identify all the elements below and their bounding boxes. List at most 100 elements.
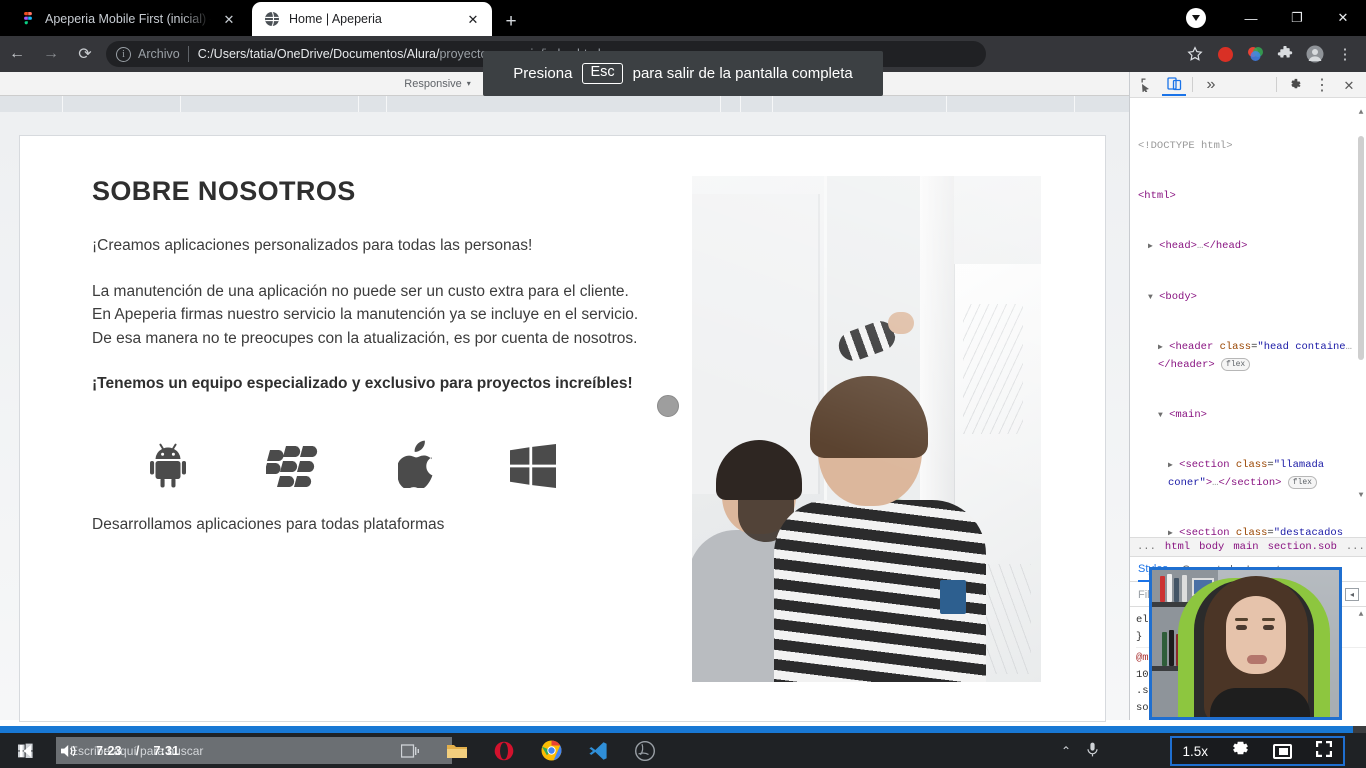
forward-button[interactable]: → [34, 36, 68, 72]
player-right-controls: 1.5x [1170, 736, 1345, 766]
gear-icon[interactable] [1231, 739, 1250, 763]
close-icon[interactable]: ✕ [464, 10, 482, 28]
task-view-icon[interactable] [396, 733, 424, 768]
breadcrumb-item-section[interactable]: section.sob [1268, 541, 1337, 553]
dom-line-main: ▼ <main> [1158, 408, 1207, 421]
toolbar-actions: ⋮ [1180, 36, 1366, 72]
profile-chip-icon[interactable] [1186, 8, 1206, 28]
extension-color-icon[interactable] [1240, 36, 1270, 72]
file-explorer-icon[interactable] [443, 733, 471, 768]
video-progress-fill [0, 726, 1353, 733]
dom-tree-scrollbar[interactable]: ▲ ▼ [1357, 108, 1365, 500]
apple-icon [398, 440, 438, 488]
sobre-nosotros-section: SOBRE NOSOTROS ¡Creamos aplicaciones per… [20, 136, 1105, 682]
close-icon[interactable]: ✕ [220, 10, 238, 28]
settings-gear-icon[interactable] [1283, 74, 1307, 96]
opera-icon[interactable] [490, 733, 518, 768]
breadcrumb-overflow-left[interactable]: ... [1137, 541, 1156, 553]
tab-apeperia-figma[interactable]: Apeperia Mobile First (inicial) – F ✕ [8, 2, 248, 36]
window-close-button[interactable]: ✕ [1320, 0, 1366, 36]
toolbar-divider [1276, 77, 1277, 92]
breadcrumb-item-html[interactable]: html [1165, 541, 1190, 553]
reload-button[interactable]: ⟳ [68, 36, 102, 72]
breadcrumb-item-body[interactable]: body [1199, 541, 1224, 553]
device-select[interactable]: Responsive ▾ [404, 78, 471, 90]
playback-speed-button[interactable]: 1.5x [1182, 744, 1208, 759]
device-ruler [0, 96, 1129, 112]
back-button[interactable]: ← [0, 36, 34, 72]
bookmark-star-icon[interactable] [1180, 36, 1210, 72]
chrome-menu-icon[interactable]: ⋮ [1330, 36, 1360, 72]
toast-text-after: para salir de la pantalla completa [632, 65, 853, 82]
sobre-nosotros-content: SOBRE NOSOTROS ¡Creamos aplicaciones per… [92, 176, 652, 534]
fullscreen-icon[interactable] [1315, 740, 1333, 763]
screen-root: Responsive ▾ 1085 × 570 100% ▾ No thrott… [0, 0, 1366, 768]
breadcrumb[interactable]: ... html body main section.sob ... [1130, 537, 1366, 557]
styles-scrollbar[interactable]: ▲ [1357, 610, 1365, 640]
fullscreen-exit-toast: Presiona Esc para salir de la pantalla c… [483, 51, 883, 96]
device-select-label: Responsive [404, 77, 462, 90]
breadcrumb-overflow-right[interactable]: ... [1346, 541, 1365, 553]
maximize-button[interactable]: ❐ [1274, 0, 1320, 36]
chrome-icon[interactable] [537, 733, 565, 768]
tab-strip: Apeperia Mobile First (inicial) – F ✕ Ho… [0, 0, 1366, 36]
tab-title: Home | Apeperia [289, 12, 382, 26]
picture-in-picture-icon[interactable] [1273, 743, 1292, 759]
toast-text-before: Presiona [513, 65, 573, 82]
windows-taskbar: Escribe aquí para buscar ⌃ [0, 733, 1366, 768]
computed-sidebar-toggle-icon[interactable]: ◂ [1345, 588, 1359, 601]
page-title: SOBRE NOSOTROS [92, 176, 356, 206]
window-controls: — ❐ ✕ [1228, 0, 1366, 36]
dom-line-head: ▶ <head>…</head> [1148, 239, 1248, 252]
toolbar-divider [1192, 77, 1193, 92]
webcam-overlay [1149, 567, 1342, 720]
omnibox-url-main: C:/Users/tatia/OneDrive/Documentos/Alura… [197, 47, 440, 61]
tray-expand-icon[interactable]: ⌃ [1061, 744, 1071, 758]
omnibox-scheme-label: Archivo [138, 47, 180, 61]
tab-title: Apeperia Mobile First (inicial) – F [45, 12, 211, 26]
esc-key-badge: Esc [582, 63, 623, 84]
platform-caption: Desarrollamos aplicaciones para todas pl… [92, 515, 445, 533]
sobre-nosotros-image [692, 176, 1041, 682]
search-input[interactable]: Escribe aquí para buscar [56, 737, 452, 764]
video-progress-bar[interactable] [0, 726, 1366, 733]
paragraph-3: ¡Tenemos un equipo especializado y exclu… [92, 375, 633, 393]
taskbar-icons [396, 733, 659, 768]
dom-tree[interactable]: <!DOCTYPE html> <html> ▶ <head>…</head> … [1130, 99, 1366, 536]
dom-line-header: ▶ <header class="head containe…</header>… [1158, 341, 1352, 371]
dom-line-html: <html> [1138, 189, 1176, 202]
paragraph-2: La manutención de una aplicación no pued… [92, 282, 639, 347]
mic-icon[interactable] [1087, 742, 1098, 760]
extension-red-icon[interactable] [1210, 36, 1240, 72]
edge-dev-icon[interactable] [631, 733, 659, 768]
windows-icon [510, 443, 556, 488]
start-button[interactable] [8, 733, 42, 768]
vscode-icon[interactable] [584, 733, 612, 768]
devtools-kebab-icon[interactable]: ⋮ [1310, 74, 1334, 96]
system-tray: ⌃ [1061, 733, 1098, 768]
omnibox-divider [187, 46, 189, 62]
toggle-device-toolbar-icon[interactable] [1162, 74, 1186, 96]
page-stage: SOBRE NOSOTROS ¡Creamos aplicaciones per… [0, 112, 1129, 721]
inspect-element-icon[interactable] [1135, 74, 1159, 96]
breadcrumb-item-main[interactable]: main [1233, 541, 1258, 553]
blackberry-icon [266, 442, 326, 488]
tab-home-apeperia[interactable]: Home | Apeperia ✕ [252, 2, 492, 36]
paragraph-1: ¡Creamos aplicaciones personalizados par… [92, 237, 533, 254]
android-icon [150, 442, 194, 488]
responsive-viewport[interactable]: SOBRE NOSOTROS ¡Creamos aplicaciones per… [20, 136, 1105, 721]
devtools-close-icon[interactable]: ✕ [1337, 74, 1361, 96]
devtools-toolbar: » ⋮ ✕ [1130, 72, 1366, 98]
viewport-side-resize-handle[interactable] [657, 395, 679, 417]
more-panels-icon[interactable]: » [1199, 74, 1223, 96]
profile-avatar-icon[interactable] [1300, 36, 1330, 72]
dom-line-body: ▼ <body> [1148, 290, 1197, 303]
dom-line-section-llamada: ▶ <section class="llamada coner">…</sect… [1168, 459, 1325, 490]
new-tab-button[interactable]: + [498, 8, 524, 34]
minimize-button[interactable]: — [1228, 0, 1274, 36]
dom-line-doctype: <!DOCTYPE html> [1138, 140, 1233, 153]
dom-line-section-destacados: ▶ <section class="destacados tainer">…</… [1168, 526, 1344, 536]
site-info-icon[interactable]: i [116, 46, 131, 62]
figma-icon [20, 11, 36, 27]
extensions-puzzle-icon[interactable] [1270, 36, 1300, 72]
